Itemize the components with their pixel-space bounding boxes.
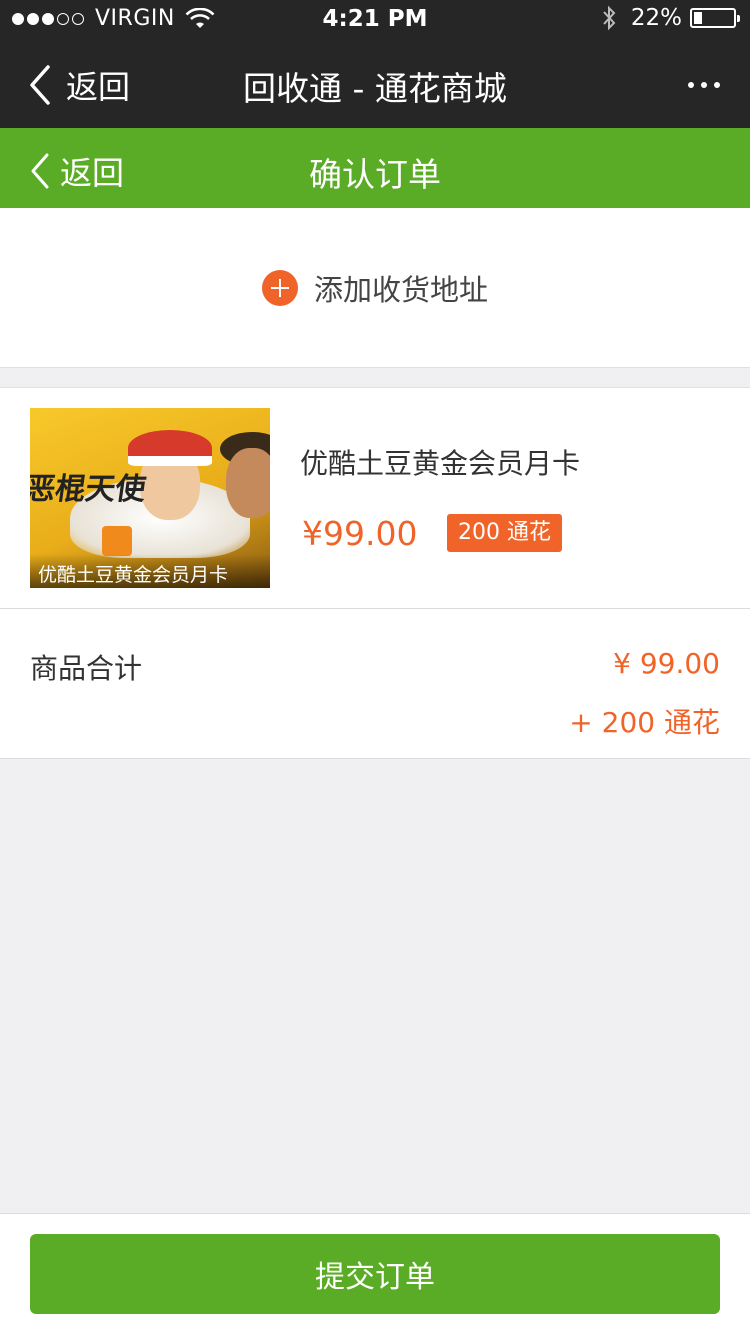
thumbnail-hat	[128, 430, 212, 466]
add-circle-icon	[261, 269, 298, 306]
product-price: ¥99.00	[302, 514, 418, 553]
order-total: 商品合计 ¥ 99.00 + 200 通花	[0, 609, 750, 759]
thumbnail-caption: 优酷土豆黄金会员月卡	[30, 554, 270, 588]
bluetooth-icon	[603, 5, 616, 31]
battery-level	[694, 12, 702, 24]
page-header: 返回 确认订单	[0, 128, 750, 208]
total-points: + 200 通花	[569, 706, 720, 739]
more-options-icon[interactable]	[681, 82, 720, 88]
total-price: ¥ 99.00	[613, 647, 720, 680]
thumbnail-badge	[102, 526, 132, 556]
product-name: 优酷土豆黄金会员月卡	[300, 447, 581, 480]
thumbnail-logo: 恶棍天使	[30, 472, 148, 507]
product-thumbnail: 恶棍天使 优酷土豆黄金会员月卡	[30, 408, 270, 588]
status-right: 22%	[601, 5, 740, 31]
battery-percent: 22%	[630, 5, 682, 31]
status-bar: VIRGIN 4:21 PM 22%	[0, 0, 750, 40]
add-address-button[interactable]: 添加收货地址	[0, 208, 750, 368]
top-nav-bar: 返回 回收通 - 通花商城	[0, 40, 750, 128]
battery-icon	[690, 8, 740, 28]
nav-title: 回收通 - 通花商城	[243, 69, 507, 108]
thumbnail-figure	[226, 448, 270, 518]
product-item[interactable]: 恶棍天使 优酷土豆黄金会员月卡 优酷土豆黄金会员月卡 ¥99.00 200 通花	[0, 387, 750, 609]
more-dot	[688, 82, 694, 88]
add-address-label: 添加收货地址	[313, 272, 488, 307]
footer-bar: 提交订单	[0, 1213, 750, 1334]
screen: VIRGIN 4:21 PM 22% 返回 回收通 - 通花商城 返回 确认订单…	[0, 0, 750, 1334]
submit-order-button[interactable]: 提交订单	[30, 1234, 720, 1314]
more-dot	[701, 82, 707, 88]
more-dot	[714, 82, 720, 88]
total-label: 商品合计	[30, 652, 143, 685]
points-badge: 200 通花	[447, 514, 562, 552]
page-title: 确认订单	[309, 155, 441, 194]
